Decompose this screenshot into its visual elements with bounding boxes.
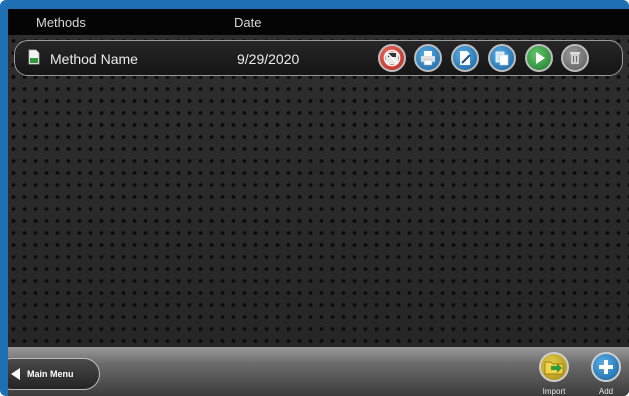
no-floppy-icon xyxy=(383,49,401,67)
document-icon xyxy=(28,49,40,65)
plus-icon xyxy=(599,360,613,374)
run-method-button[interactable] xyxy=(525,44,553,72)
table-header: Methods Date xyxy=(8,9,629,35)
play-icon xyxy=(536,52,545,64)
header-methods: Methods xyxy=(36,15,86,30)
import-button[interactable] xyxy=(539,352,569,382)
back-arrow-icon xyxy=(11,368,20,380)
method-date: 9/29/2020 xyxy=(237,51,300,67)
trash-icon xyxy=(570,52,580,64)
copy-method-button[interactable] xyxy=(488,44,516,72)
add-label: Add xyxy=(598,387,614,396)
main-menu-label: Main Menu xyxy=(27,369,74,379)
main-menu-button[interactable]: Main Menu xyxy=(8,358,100,390)
printer-icon xyxy=(421,51,435,66)
print-method-button[interactable] xyxy=(414,44,442,72)
trash-method-button[interactable] xyxy=(561,44,589,72)
import-label: Import xyxy=(542,387,566,396)
edit-method-button[interactable] xyxy=(451,44,479,72)
edit-document-icon xyxy=(460,51,471,65)
add-button[interactable] xyxy=(591,352,621,382)
header-date: Date xyxy=(234,15,262,30)
screen: Methods Date Method Name 9/29/2020 Main … xyxy=(8,9,629,396)
method-name: Method Name xyxy=(50,51,138,67)
bottom-toolbar: Main Menu Import Add xyxy=(8,347,629,396)
device-frame: Methods Date Method Name 9/29/2020 Main … xyxy=(0,0,629,396)
copy-icon xyxy=(495,51,509,66)
table-row[interactable]: Method Name 9/29/2020 xyxy=(14,40,623,76)
import-folder-icon xyxy=(544,361,564,375)
method-list xyxy=(8,35,629,347)
delete-method-button[interactable] xyxy=(378,44,406,72)
